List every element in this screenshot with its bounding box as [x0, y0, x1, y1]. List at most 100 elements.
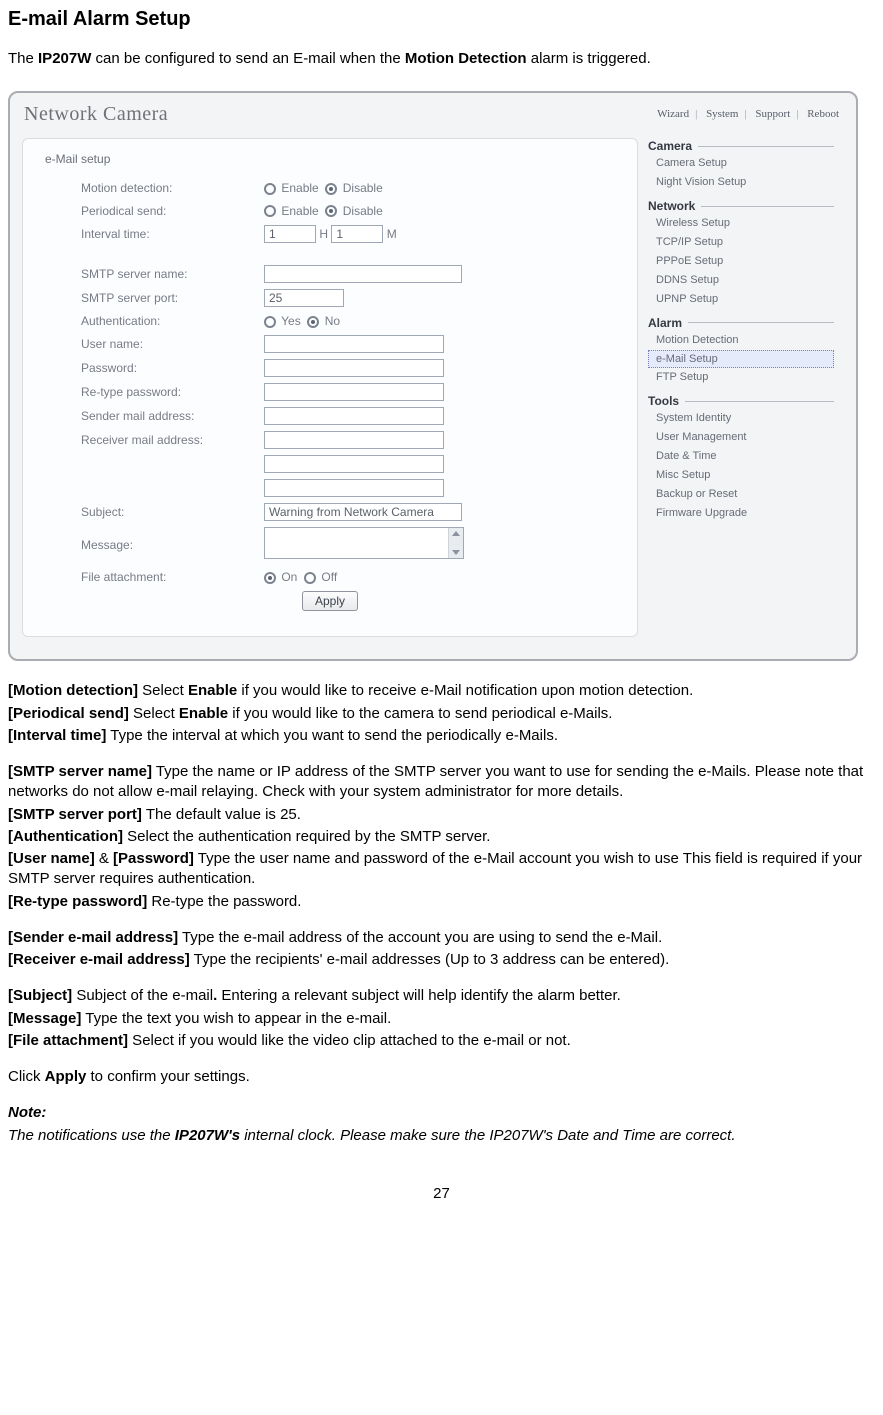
off-text: Off: [321, 570, 337, 584]
smtp-port-label: SMTP server port:: [41, 286, 260, 310]
smtp-name-input[interactable]: [264, 265, 462, 283]
intro-text: alarm is triggered.: [527, 50, 651, 67]
pass-label: Password:: [41, 356, 260, 380]
sidebar-item-ftp-setup[interactable]: FTP Setup: [648, 368, 834, 387]
sidebar-item-pppoe[interactable]: PPPoE Setup: [648, 252, 834, 271]
auth-no-radio[interactable]: [307, 316, 319, 328]
sidebar-head-alarm: Alarm: [648, 315, 682, 331]
message-textarea[interactable]: [264, 527, 464, 559]
user-label: User name:: [41, 332, 260, 356]
sidebar-item-user-management[interactable]: User Management: [648, 428, 834, 447]
form-section-title: e-Mail setup: [45, 151, 619, 167]
header-tabs: Wizard| System| Support| Reboot: [654, 107, 842, 122]
yes-text: Yes: [281, 314, 301, 328]
receiver-input-2[interactable]: [264, 455, 444, 473]
motion-label: Motion detection:: [41, 177, 260, 199]
on-text: On: [281, 570, 297, 584]
h-unit: H: [319, 227, 328, 241]
desc-auth-key: [Authentication]: [8, 828, 123, 845]
disable-text: Disable: [343, 181, 383, 195]
screenshot-panel: Network Camera Wizard| System| Support| …: [8, 91, 858, 661]
interval-m-input[interactable]: [331, 225, 383, 243]
apply-button[interactable]: Apply: [302, 591, 358, 611]
sidebar-item-date-time[interactable]: Date & Time: [648, 447, 834, 466]
desc-motion-key: [Motion detection]: [8, 682, 138, 699]
note-model: IP207W's: [175, 1127, 240, 1144]
periodical-enable-radio[interactable]: [264, 205, 276, 217]
tab-wizard[interactable]: Wizard: [657, 108, 689, 120]
apply-word: Apply: [45, 1068, 87, 1085]
sender-label: Sender mail address:: [41, 404, 260, 428]
enable-text: Enable: [281, 204, 318, 218]
page-title: E-mail Alarm Setup: [8, 6, 875, 33]
sidebar-item-email-setup[interactable]: e-Mail Setup: [648, 350, 834, 369]
username-input[interactable]: [264, 335, 444, 353]
sidebar-item-upnp[interactable]: UPNP Setup: [648, 290, 834, 309]
periodical-label: Periodical send:: [41, 200, 260, 222]
sidebar-item-motion-detection[interactable]: Motion Detection: [648, 331, 834, 350]
receiver-input-3[interactable]: [264, 479, 444, 497]
desc-message-key: [Message]: [8, 1010, 81, 1027]
desc-smtp-port-key: [SMTP server port]: [8, 806, 142, 823]
sidebar-item-firmware-upgrade[interactable]: Firmware Upgrade: [648, 504, 834, 523]
sidebar-item-night-vision[interactable]: Night Vision Setup: [648, 173, 834, 192]
enable-text: Enable: [281, 181, 318, 195]
tab-reboot[interactable]: Reboot: [807, 108, 839, 120]
attach-off-radio[interactable]: [304, 572, 316, 584]
repass-label: Re-type password:: [41, 380, 260, 404]
desc-sender-key: [Sender e-mail address]: [8, 929, 178, 946]
desc-attachment-key: [File attachment]: [8, 1032, 128, 1049]
motion-enable-radio[interactable]: [264, 183, 276, 195]
sidebar-item-misc-setup[interactable]: Misc Setup: [648, 466, 834, 485]
desc-smtp-name-key: [SMTP server name]: [8, 763, 152, 780]
sidebar-item-backup-reset[interactable]: Backup or Reset: [648, 485, 834, 504]
auth-label: Authentication:: [41, 310, 260, 332]
sender-input[interactable]: [264, 407, 444, 425]
form-panel: e-Mail setup Motion detection: Enable Di…: [22, 138, 638, 637]
page-number: 27: [8, 1184, 875, 1204]
smtp-port-input[interactable]: [264, 289, 344, 307]
sidebar-item-wireless[interactable]: Wireless Setup: [648, 214, 834, 233]
sidebar-item-ddns[interactable]: DDNS Setup: [648, 271, 834, 290]
sidebar-head-network: Network: [648, 198, 695, 214]
desc-username-key: [User name]: [8, 850, 95, 867]
smtp-name-label: SMTP server name:: [41, 262, 260, 286]
tab-system[interactable]: System: [706, 108, 738, 120]
sidebar-item-system-identity[interactable]: System Identity: [648, 409, 834, 428]
receiver-label: Receiver mail address:: [41, 428, 260, 452]
no-text: No: [325, 314, 340, 328]
sidebar-head-tools: Tools: [648, 393, 679, 409]
intro-text: can be configured to send an E-mail when…: [91, 50, 405, 67]
auth-yes-radio[interactable]: [264, 316, 276, 328]
desc-subject-key: [Subject]: [8, 987, 72, 1004]
attach-on-radio[interactable]: [264, 572, 276, 584]
subject-label: Subject:: [41, 500, 260, 524]
retype-password-input[interactable]: [264, 383, 444, 401]
motion-disable-radio[interactable]: [325, 183, 337, 195]
receiver-input-1[interactable]: [264, 431, 444, 449]
model-name: IP207W: [38, 50, 91, 67]
desc-receiver-key: [Receiver e-mail address]: [8, 951, 190, 968]
desc-periodical-key: [Periodical send]: [8, 705, 129, 722]
intro-paragraph: The IP207W can be configured to send an …: [8, 49, 875, 69]
sidebar-item-camera-setup[interactable]: Camera Setup: [648, 154, 834, 173]
sidebar-item-tcpip[interactable]: TCP/IP Setup: [648, 233, 834, 252]
interval-h-input[interactable]: [264, 225, 316, 243]
subject-input[interactable]: [264, 503, 462, 521]
sidebar: Camera Camera Setup Night Vision Setup N…: [638, 138, 834, 637]
password-input[interactable]: [264, 359, 444, 377]
desc-interval-key: [Interval time]: [8, 727, 106, 744]
periodical-disable-radio[interactable]: [325, 205, 337, 217]
message-label: Message:: [41, 524, 260, 566]
brand-title: Network Camera: [24, 101, 168, 128]
intro-text: The: [8, 50, 38, 67]
sidebar-head-camera: Camera: [648, 138, 692, 154]
attach-label: File attachment:: [41, 566, 260, 588]
desc-repass-key: [Re-type password]: [8, 893, 147, 910]
tab-support[interactable]: Support: [755, 108, 790, 120]
scrollbar-icon[interactable]: [448, 528, 463, 558]
m-unit: M: [387, 227, 397, 241]
interval-label: Interval time:: [41, 222, 260, 246]
note-head: Note:: [8, 1104, 46, 1121]
descriptions: [Motion detection] Select Enable if you …: [8, 681, 875, 1146]
